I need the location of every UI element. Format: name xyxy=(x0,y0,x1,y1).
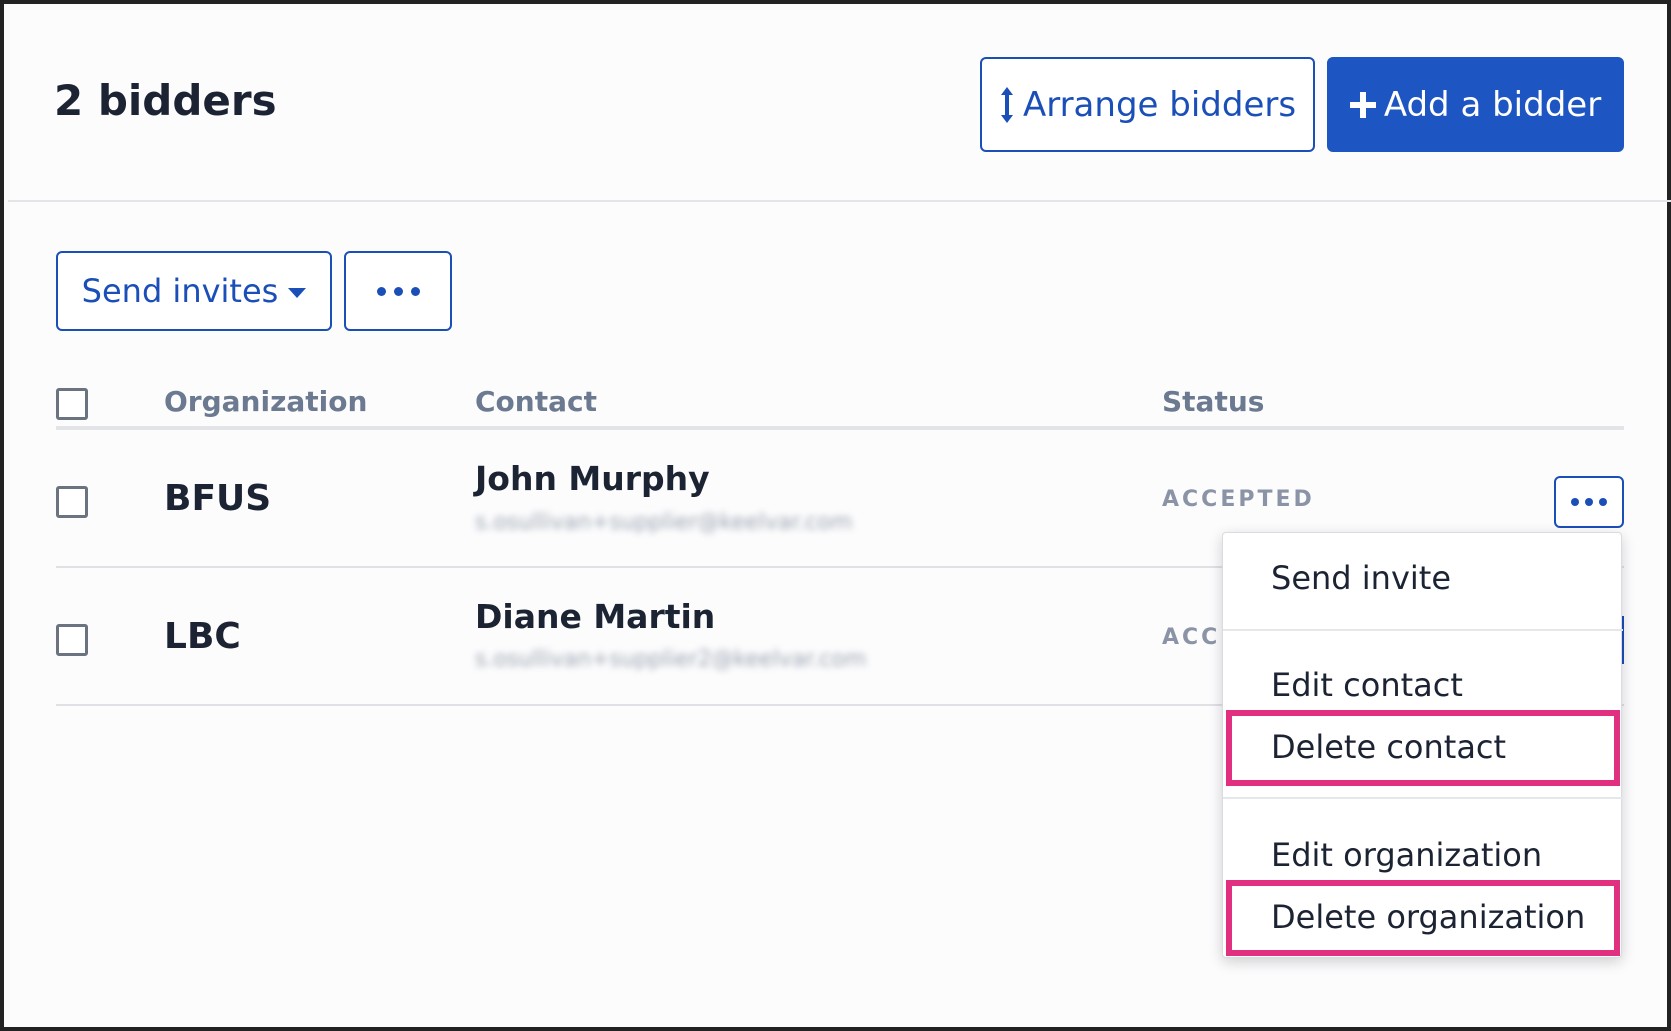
column-header-organization: Organization xyxy=(164,385,368,418)
row-actions-menu: Send invite Edit contact Delete contact … xyxy=(1222,532,1623,958)
contact-name: John Murphy xyxy=(475,459,710,498)
menu-item-delete-contact[interactable]: Delete contact xyxy=(1223,716,1623,778)
contact-email: s.osullivan+supplier@keelvar.com xyxy=(475,510,853,535)
more-dots-icon xyxy=(1571,498,1607,506)
column-header-contact: Contact xyxy=(475,385,597,418)
more-dots-icon xyxy=(376,286,420,296)
row-more-button[interactable] xyxy=(1554,476,1624,528)
send-invites-button[interactable]: Send invites xyxy=(56,251,332,331)
column-header-status: Status xyxy=(1162,385,1265,418)
plus-icon xyxy=(1349,91,1376,118)
menu-separator xyxy=(1223,629,1623,631)
menu-item-edit-contact[interactable]: Edit contact xyxy=(1223,654,1623,716)
arrange-bidders-label: Arrange bidders xyxy=(1022,84,1297,125)
table-header-divider xyxy=(56,426,1624,430)
page-title: 2 bidders xyxy=(54,76,277,125)
caret-down-icon xyxy=(288,288,307,298)
contact-name: Diane Martin xyxy=(475,597,716,636)
row-checkbox[interactable] xyxy=(56,624,88,656)
row-checkbox[interactable] xyxy=(56,486,88,518)
arrange-bidders-button[interactable]: Arrange bidders xyxy=(980,57,1315,152)
header-divider xyxy=(8,200,1671,202)
select-all-checkbox[interactable] xyxy=(56,388,88,420)
menu-separator xyxy=(1223,797,1623,799)
menu-item-send-invite[interactable]: Send invite xyxy=(1223,547,1623,609)
organization-name: BFUS xyxy=(164,478,272,519)
menu-item-delete-organization[interactable]: Delete organization xyxy=(1223,886,1623,948)
organization-name: LBC xyxy=(164,616,241,657)
add-bidder-label: Add a bidder xyxy=(1383,84,1602,125)
add-bidder-button[interactable]: Add a bidder xyxy=(1327,57,1624,152)
vertical-arrows-icon xyxy=(999,85,1015,125)
bidders-panel: 2 bidders Arrange bidders Add a bidder S… xyxy=(0,0,1671,1031)
contact-email: s.osullivan+supplier2@keelvar.com xyxy=(475,647,867,672)
status-badge: ACCEPTED xyxy=(1162,487,1315,512)
menu-item-edit-organization[interactable]: Edit organization xyxy=(1223,824,1623,886)
send-invites-label: Send invites xyxy=(81,272,279,310)
bulk-more-button[interactable] xyxy=(344,251,452,331)
